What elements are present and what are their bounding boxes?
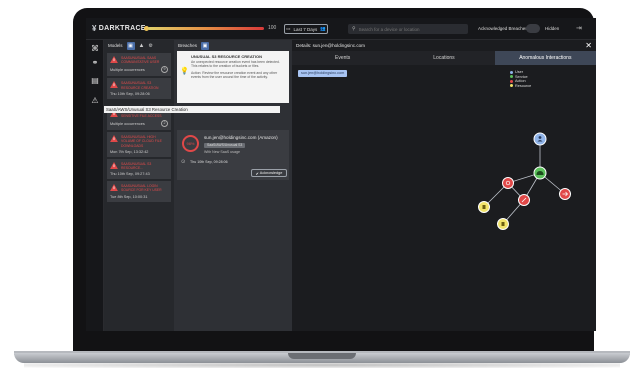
users-icon: 👥 [320, 26, 326, 31]
logout-icon[interactable]: ⇥ [576, 24, 582, 32]
model-subtitle: Mon 7th Sep, 13:32:42 [110, 149, 149, 154]
acknowledged-breaches-label: Acknowledged Breaches [478, 26, 528, 31]
model-title: SAASUNUSUAL HIGH VOLUME OF CLOUD FILE DO… [121, 135, 162, 148]
breach-user[interactable]: sun.jen@holdingsinc.com (Amazon) [204, 135, 278, 140]
occurrence-count: 9 [161, 66, 168, 74]
breaches-header: Breaches ▣ [174, 40, 292, 51]
breach-score-ring: 98% [182, 135, 199, 152]
details-panel: Details: sun.jen@holdingsinc.com ✕ Event… [292, 40, 596, 331]
threat-level-slider[interactable] [148, 27, 264, 30]
occurrence-count: 2 [161, 120, 168, 128]
model-title: SAASUNUSUAL SAAS COMMUNITATIVE USER [121, 56, 160, 65]
warning-icon [110, 135, 118, 143]
model-item[interactable]: SAASUNUSUAL LOGIN SOURCE FOR KEY USER Tu… [107, 181, 171, 202]
link-icon[interactable]: ⚭ [90, 58, 100, 68]
app-screen: ¥ DARKTRACE 100 ▭ Last 7 Days 👥 ⚲ Acknow… [86, 18, 596, 331]
top-bar: ¥ DARKTRACE 100 ▭ Last 7 Days 👥 ⚲ Acknow… [86, 18, 596, 40]
icon-sidebar: ⌘ ⚭ ▤ ⚠ [86, 40, 104, 331]
breach-time: Thu 10th Sep, 09:28:06 [190, 160, 228, 164]
graph-edges [483, 139, 566, 225]
search-icon: ⚲ [352, 26, 356, 32]
model-subtitle: Tue 8th Sep, 10:00:31 [110, 194, 148, 199]
check-icon: ✔ [255, 171, 259, 176]
user-node[interactable] [533, 132, 547, 146]
breach-detail-card[interactable]: 98% sun.jen@holdingsinc.com (Amazon) Saa… [177, 130, 289, 180]
resource-node[interactable] [497, 218, 509, 230]
service-node[interactable] [533, 166, 547, 180]
darktrace-logo-icon: ¥ [92, 24, 97, 33]
search-input[interactable] [358, 26, 459, 32]
alert-filter-icon[interactable]: ▲ [139, 43, 145, 49]
model-item[interactable]: SAASUNUSUAL S3 RESOURCE... Thu 10th Sep,… [107, 158, 171, 180]
model-item[interactable]: SAASUNUSUAL S3 RESOURCE CREATION Thu 10t… [107, 78, 171, 99]
acknowledge-button[interactable]: ✔ Acknowledge [251, 169, 287, 177]
breach-description-card: 💡 UNUSUAL S3 RESOURCE CREATION An unexpe… [177, 51, 289, 103]
network-icon[interactable]: ⌘ [90, 44, 100, 54]
action-node[interactable] [518, 194, 530, 206]
models-title: Models [108, 43, 123, 48]
laptop-notch [288, 353, 356, 359]
breach-model-tag: SaaS/AWS/Unusual S3 [204, 143, 246, 148]
model-tooltip: SaaS/AWS/Unusual S3 Resource Creation [104, 106, 280, 113]
breaches-title: Breaches [178, 43, 198, 48]
clock-icon: ⊙ [181, 159, 186, 165]
breach-usage: With New SaaS usage [204, 150, 240, 154]
model-title: SAASUNUSUAL S3 RESOURCE CREATION [121, 81, 159, 90]
search-box[interactable]: ⚲ [348, 24, 468, 34]
models-header: Models ▣ ▲ ⚙ [104, 40, 174, 51]
warning-icon [110, 161, 118, 169]
threat-level-value: 100 [268, 25, 277, 31]
models-filter-button[interactable]: ▣ [126, 41, 135, 50]
resource-node[interactable] [478, 201, 490, 213]
model-subtitle: Thu 10th Sep, 09:27:43 [110, 172, 150, 177]
model-title: SAASUNUSUAL S3 RESOURCE... [121, 161, 152, 171]
acknowledged-breaches-toggle[interactable] [526, 24, 540, 33]
model-item[interactable]: SAASUNUSUAL SAAS COMMUNITATIVE USER Mult… [107, 53, 171, 77]
breach-info-title: UNUSUAL S3 RESOURCE CREATION [191, 54, 262, 59]
warning-icon [110, 81, 118, 89]
model-subtitle: Thu 10th Sep, 09:28:06 [110, 91, 150, 96]
calendar-icon: ▭ [286, 26, 291, 31]
breaches-column: Breaches ▣ 💡 UNUSUAL S3 RESOURCE CREATIO… [174, 40, 292, 331]
model-title: SAASUNUSUAL LOGIN SOURCE FOR KEY USER [121, 184, 162, 193]
hidden-label: Hidden [545, 26, 560, 31]
model-subtitle: Multiple occurrences 9 [110, 66, 168, 74]
breaches-filter-button[interactable]: ▣ [201, 41, 210, 50]
action-node[interactable] [502, 177, 514, 189]
settings-icon[interactable]: ⚙ [148, 43, 152, 49]
lightbulb-icon: 💡 [180, 68, 189, 75]
model-item[interactable]: SAASUNUSUAL HIGH VOLUME OF CLOUD FILE DO… [107, 132, 171, 157]
last-days-button[interactable]: ▭ Last 7 Days 👥 [284, 24, 328, 34]
brand-logo: ¥ DARKTRACE [92, 24, 146, 33]
brand-name: DARKTRACE [98, 25, 146, 32]
alert-icon[interactable]: ⚠ [90, 96, 100, 106]
action-node[interactable] [559, 188, 571, 200]
breach-info-text: An unexpected resource creation event ha… [191, 60, 280, 69]
interaction-graph[interactable] [292, 40, 596, 331]
model-subtitle: Multiple occurrences 2 [110, 120, 168, 128]
warning-icon [110, 184, 118, 192]
breach-info-action: Action: Review the resource creation eve… [191, 70, 278, 79]
models-column: Models ▣ ▲ ⚙ SAASUNUSUAL SAAS COMMUNITAT… [104, 40, 174, 331]
document-icon[interactable]: ▤ [90, 76, 100, 86]
warning-icon [110, 56, 118, 63]
